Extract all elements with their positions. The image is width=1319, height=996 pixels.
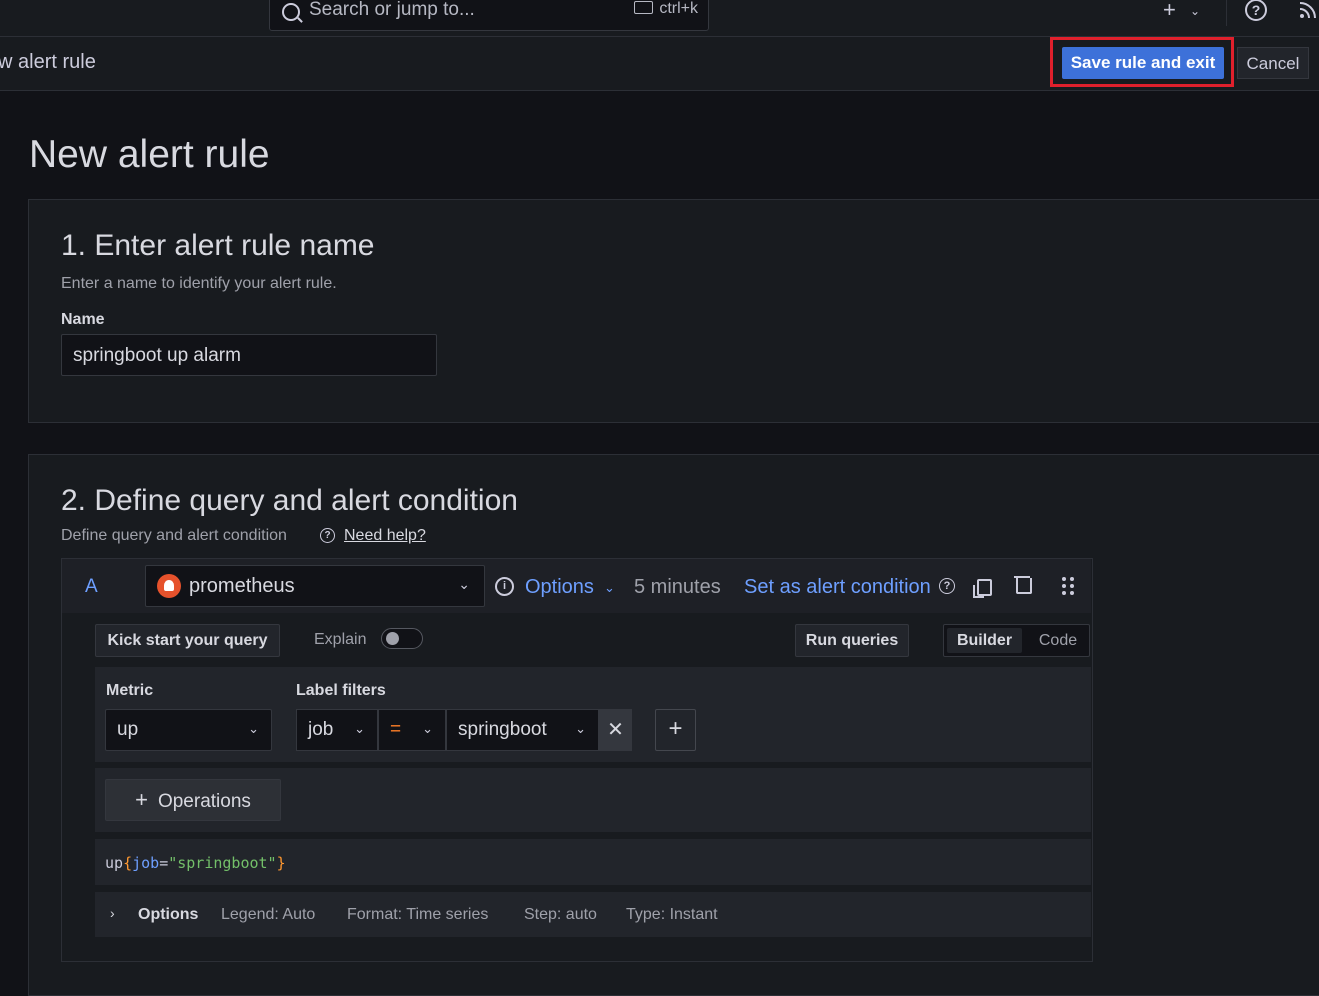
search-placeholder: Search or jump to... [309, 0, 475, 20]
label-operator-value: = [390, 719, 402, 740]
keyboard-icon [634, 1, 654, 14]
label-key-select[interactable]: job ⌄ [296, 709, 378, 751]
keyboard-shortcut: ctrl+k [634, 0, 698, 18]
set-alert-condition-link[interactable]: Set as alert condition [744, 576, 931, 599]
info-icon: i [495, 577, 514, 596]
chevron-down-icon[interactable]: ⌄ [1190, 4, 1200, 18]
datasource-name: prometheus [189, 575, 295, 597]
add-filter-button[interactable]: + [655, 709, 696, 751]
question-icon: ? [320, 528, 335, 543]
code-mode-button[interactable]: Code [1028, 628, 1088, 653]
chevron-down-icon: ⌄ [248, 721, 259, 736]
label-key-value: job [308, 719, 334, 740]
section-1-title: 1. Enter alert rule name [61, 229, 375, 262]
question-icon[interactable]: ? [939, 578, 955, 594]
search-box[interactable]: Search or jump to... ctrl+k [269, 0, 709, 31]
format-option: Format: Time series [347, 906, 489, 923]
editor-mode-toggle: Builder Code [943, 624, 1090, 657]
explain-toggle[interactable] [381, 628, 423, 649]
drag-handle-icon[interactable] [1061, 576, 1077, 596]
options-row-title[interactable]: Options [138, 906, 198, 924]
plus-icon: + [135, 787, 148, 812]
builder-mode-button[interactable]: Builder [947, 628, 1022, 653]
page-title: New alert rule [29, 133, 270, 176]
chevron-right-icon[interactable]: › [110, 905, 115, 921]
delete-query-icon[interactable] [1014, 576, 1032, 594]
prometheus-icon [157, 574, 181, 598]
label-filters-label: Label filters [296, 682, 386, 699]
legend-option: Legend: Auto [221, 906, 316, 923]
add-operations-button[interactable]: + Operations [105, 779, 281, 821]
metric-select[interactable]: up ⌄ [105, 709, 272, 751]
highlight-box [1050, 37, 1234, 87]
kick-start-query-button[interactable]: Kick start your query [95, 624, 280, 657]
query-preview: up{job="springboot"} [95, 839, 1091, 885]
metric-value: up [117, 719, 139, 740]
query-ref-id[interactable]: A [85, 576, 98, 598]
name-label: Name [61, 311, 105, 328]
remove-filter-icon[interactable]: ✕ [599, 709, 632, 751]
metric-label: Metric [106, 682, 154, 699]
step-option: Step: auto [524, 906, 597, 923]
cancel-button[interactable]: Cancel [1237, 47, 1309, 79]
duplicate-query-icon[interactable] [973, 579, 992, 598]
chevron-down-icon: ⌄ [575, 721, 586, 736]
section-2-subtitle: Define query and alert condition [61, 527, 287, 544]
breadcrumb-title: w alert rule [0, 51, 96, 73]
plus-icon[interactable]: + [1163, 0, 1176, 23]
query-interval: 5 minutes [634, 576, 721, 598]
operations-label: Operations [157, 791, 251, 812]
label-operator-select[interactable]: = ⌄ [378, 709, 446, 751]
chevron-down-icon: ⌄ [458, 576, 470, 592]
datasource-select[interactable]: prometheus ⌄ [145, 565, 485, 607]
need-help-link[interactable]: Need help? [344, 527, 426, 545]
query-preview-code: up{job="springboot"} [105, 854, 286, 872]
search-icon [282, 3, 300, 21]
divider [1226, 0, 1227, 26]
section-1-subtitle: Enter a name to identify your alert rule… [61, 275, 337, 292]
help-icon[interactable]: ? [1245, 0, 1267, 21]
label-value-value: springboot [458, 719, 547, 740]
chevron-down-icon: ⌄ [354, 721, 365, 736]
query-options-toggle[interactable]: Options [525, 576, 594, 599]
chevron-down-icon: ⌄ [422, 721, 433, 736]
run-queries-button[interactable]: Run queries [795, 624, 909, 657]
rss-icon[interactable] [1298, 0, 1318, 25]
explain-label: Explain [314, 631, 367, 648]
chevron-down-icon[interactable]: ⌄ [604, 580, 615, 596]
label-value-select[interactable]: springboot ⌄ [446, 709, 599, 751]
rule-name-input[interactable]: springboot up alarm [61, 334, 437, 376]
section-2-title: 2. Define query and alert condition [61, 484, 518, 517]
type-option: Type: Instant [626, 906, 718, 923]
